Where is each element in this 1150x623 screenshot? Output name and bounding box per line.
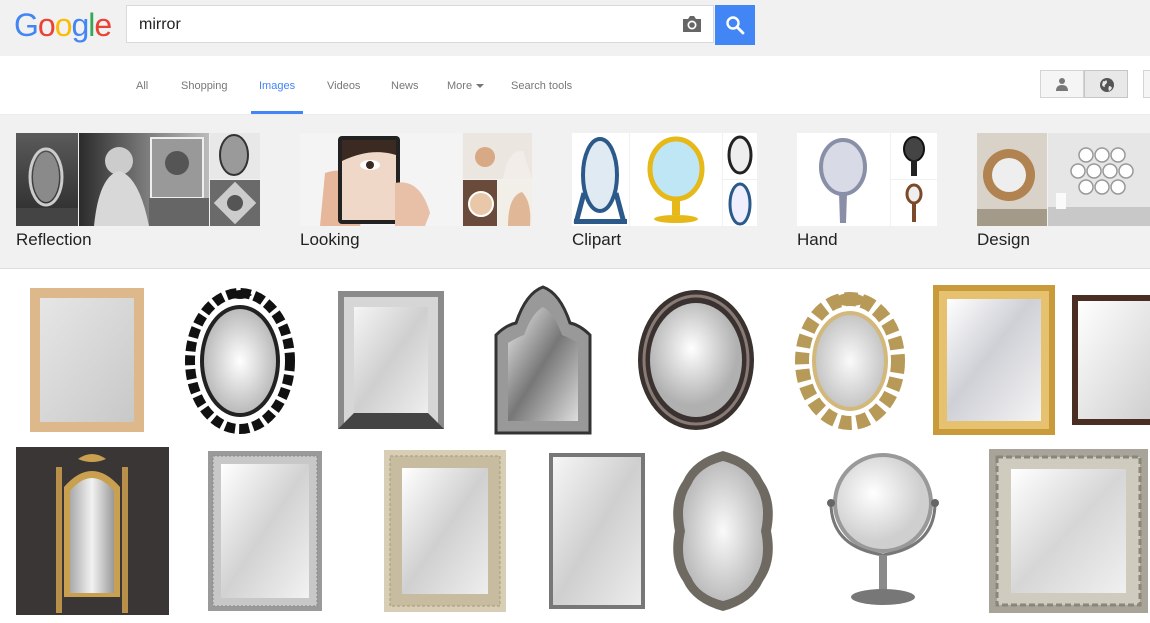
gold-baroque-oval-mirror: [795, 292, 905, 430]
hand-thumb: [891, 133, 937, 179]
tab-images[interactable]: Images: [259, 80, 295, 92]
related-hand[interactable]: Hand: [797, 133, 937, 263]
related-label: Reflection: [16, 230, 92, 249]
settings-button-edge[interactable]: [1143, 70, 1150, 98]
related-label: Clipart: [572, 230, 622, 249]
black-ornate-oval-mirror: [185, 288, 295, 434]
image-result[interactable]: [987, 447, 1150, 615]
image-result[interactable]: [170, 285, 310, 435]
tab-more[interactable]: More: [447, 80, 485, 92]
clipart-thumb: [630, 133, 722, 226]
search-box: [126, 5, 714, 44]
venetian-arched-mirror: [494, 285, 592, 435]
search-button[interactable]: [715, 5, 755, 45]
wood-frame-mirror: [30, 288, 144, 432]
silver-rectangular-mirror: [338, 291, 444, 429]
logo-letter: G: [14, 7, 39, 43]
looking-thumb: [498, 180, 532, 226]
related-design[interactable]: Design: [977, 133, 1150, 263]
active-tab-indicator: [251, 111, 303, 114]
related-reflection[interactable]: Reflection: [16, 133, 260, 263]
image-result[interactable]: [780, 285, 921, 435]
camera-icon[interactable]: [681, 14, 703, 34]
caret-down-icon: [476, 84, 485, 89]
tab-news[interactable]: News: [391, 80, 419, 92]
reflection-thumb: [79, 133, 209, 226]
tab-all[interactable]: All: [136, 80, 148, 92]
tab-videos[interactable]: Videos: [327, 80, 360, 92]
tab-search-tools[interactable]: Search tools: [511, 80, 572, 92]
private-results-button[interactable]: [1040, 70, 1084, 98]
public-results-button[interactable]: [1084, 70, 1128, 98]
dark-ornate-oval-mirror: [638, 290, 754, 430]
related-clipart[interactable]: Clipart: [572, 133, 757, 263]
silver-scalloped-oval-mirror: [673, 451, 773, 611]
image-result[interactable]: [16, 285, 158, 435]
tab-shopping[interactable]: Shopping: [181, 80, 228, 92]
design-thumb: [977, 133, 1047, 226]
silver-scroll-frame-mirror: [989, 449, 1148, 613]
person-icon: [1056, 78, 1068, 91]
clipart-thumb: [723, 180, 757, 226]
logo-letter: o: [54, 7, 73, 43]
image-result[interactable]: [793, 447, 975, 615]
image-result[interactable]: [360, 447, 529, 615]
clipart-thumb: [723, 133, 757, 179]
related-label: Looking: [300, 230, 360, 249]
chrome-vanity-stand-mirror: [827, 453, 939, 605]
related-searches-bar: Reflection Looking Clipart Hand Design: [0, 115, 1150, 269]
logo-letter: e: [94, 7, 112, 43]
related-looking[interactable]: Looking: [300, 133, 532, 263]
image-result[interactable]: [181, 447, 348, 615]
design-thumb: [1048, 133, 1150, 226]
cream-carved-frame-mirror: [384, 450, 506, 612]
image-result[interactable]: [16, 447, 169, 615]
image-result[interactable]: [624, 285, 768, 435]
looking-thumb: [463, 133, 532, 179]
looking-thumb: [300, 133, 462, 226]
reflection-thumb: [210, 133, 260, 179]
image-result[interactable]: [665, 447, 781, 615]
logo-letter: o: [37, 7, 56, 43]
related-label: Design: [977, 230, 1030, 249]
tab-more-label: More: [447, 80, 473, 92]
google-logo[interactable]: Google: [14, 7, 112, 43]
tabs-bar: All Shopping Images Videos News More Sea…: [0, 56, 1150, 115]
gold-rectangular-frame-mirror: [933, 285, 1055, 435]
image-result[interactable]: [541, 447, 653, 615]
image-result[interactable]: [1067, 285, 1150, 435]
logo-letter: g: [71, 7, 89, 43]
gold-cheval-floor-mirror: [56, 454, 128, 613]
header-bar: Google: [0, 0, 1150, 57]
looking-thumb: [463, 180, 497, 226]
reflection-thumb: [210, 180, 260, 226]
related-label: Hand: [797, 230, 838, 249]
image-result[interactable]: [933, 285, 1055, 435]
hand-thumb: [797, 133, 890, 226]
brown-frame-mirror: [1072, 295, 1150, 425]
magnifier-icon: [726, 16, 745, 35]
thin-metal-frame-mirror: [549, 453, 645, 609]
hand-thumb: [891, 180, 937, 226]
search-input[interactable]: [137, 6, 661, 44]
image-result[interactable]: [322, 285, 462, 435]
clipart-thumb: [572, 133, 629, 226]
silver-textured-frame-mirror: [208, 451, 322, 611]
reflection-thumb: [16, 133, 78, 226]
globe-icon: [1100, 78, 1114, 92]
image-result[interactable]: [474, 285, 612, 435]
